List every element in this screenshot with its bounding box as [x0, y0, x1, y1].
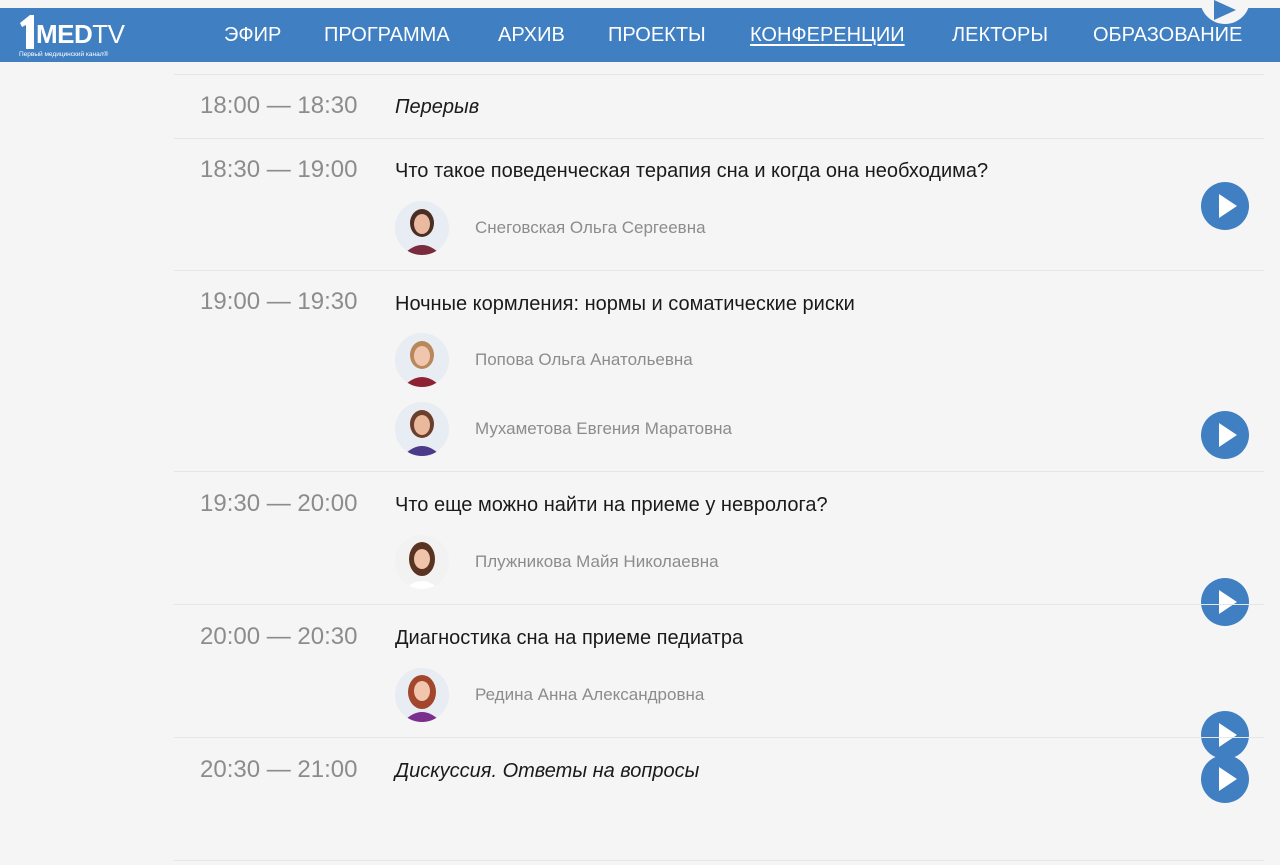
speaker-name: Снеговская Ольга Сергеевна: [475, 218, 706, 237]
schedule-row: 20:00 — 20:30 Диагностика сна на приеме …: [174, 604, 1264, 759]
session-title[interactable]: Диагностика сна на приеме педиатра: [395, 625, 743, 651]
top-strip: [0, 0, 1280, 8]
speaker[interactable]: Плужникова Майя Николаевна: [395, 535, 1095, 589]
speaker[interactable]: Мухаметова Евгения Маратовна: [395, 402, 1095, 456]
nav-item-konferencii[interactable]: КОНФЕРЕНЦИИ: [750, 22, 905, 48]
main-nav: ЭФИР ПРОГРАММА АРХИВ ПРОЕКТЫ КОНФЕРЕНЦИИ…: [0, 8, 1280, 62]
site-header: MEDTV Первый медицинский канал® ЭФИР ПРО…: [0, 0, 1280, 62]
speaker-avatar: [395, 333, 449, 387]
speaker-avatar: [395, 201, 449, 255]
schedule-row: 18:00 — 18:30 Перерыв: [174, 74, 1264, 139]
speaker[interactable]: Редина Анна Александровна: [395, 668, 1095, 722]
session-time: 20:00 — 20:30: [200, 623, 358, 650]
speaker-avatar: [395, 535, 449, 589]
speaker-name: Плужникова Майя Николаевна: [475, 552, 719, 571]
play-button[interactable]: [1201, 182, 1249, 230]
schedule-row: 19:30 — 20:00 Что еще можно найти на при…: [174, 471, 1264, 626]
nav-item-efir[interactable]: ЭФИР: [224, 22, 281, 48]
speaker-name: Редина Анна Александровна: [475, 685, 705, 704]
session-time: 19:30 — 20:00: [200, 490, 358, 517]
play-button[interactable]: [1201, 755, 1249, 803]
session-title[interactable]: Что такое поведенческая терапия сна и ко…: [395, 158, 988, 184]
speaker-avatar: [395, 402, 449, 456]
nav-item-proekty[interactable]: ПРОЕКТЫ: [608, 22, 706, 48]
play-icon: [1219, 767, 1237, 791]
schedule-row: 18:30 — 19:00 Что такое поведенческая те…: [174, 138, 1264, 271]
play-icon: [1219, 423, 1237, 447]
speaker-name: Попова Ольга Анатольевна: [475, 350, 693, 369]
speaker[interactable]: Снеговская Ольга Сергеевна: [395, 201, 1095, 255]
nav-item-obrazovanie[interactable]: ОБРАЗОВАНИЕ: [1093, 22, 1242, 48]
session-time: 18:30 — 19:00: [200, 156, 358, 183]
play-button[interactable]: [1201, 411, 1249, 459]
nav-item-arhiv[interactable]: АРХИВ: [498, 22, 565, 48]
session-title: Дискуссия. Ответы на вопросы: [395, 760, 700, 782]
session-title: Перерыв: [395, 96, 480, 118]
session-title[interactable]: Ночные кормления: нормы и соматические р…: [395, 291, 855, 317]
speaker-avatar: [395, 668, 449, 722]
nav-item-lektory[interactable]: ЛЕКТОРЫ: [952, 22, 1048, 48]
nav-item-programma[interactable]: ПРОГРАММА: [324, 22, 450, 48]
schedule-row: 20:30 — 21:00 Дискуссия. Ответы на вопро…: [174, 737, 1264, 861]
speaker[interactable]: Попова Ольга Анатольевна: [395, 333, 1095, 387]
session-time: 20:30 — 21:00: [200, 756, 358, 783]
session-title[interactable]: Что еще можно найти на приеме у невролог…: [395, 492, 828, 518]
speaker-name: Мухаметова Евгения Маратовна: [475, 419, 732, 438]
schedule-row: 19:00 — 19:30 Ночные кормления: нормы и …: [174, 270, 1264, 472]
play-icon: [1219, 194, 1237, 218]
session-time: 18:00 — 18:30: [200, 92, 358, 119]
session-time: 19:00 — 19:30: [200, 288, 358, 315]
